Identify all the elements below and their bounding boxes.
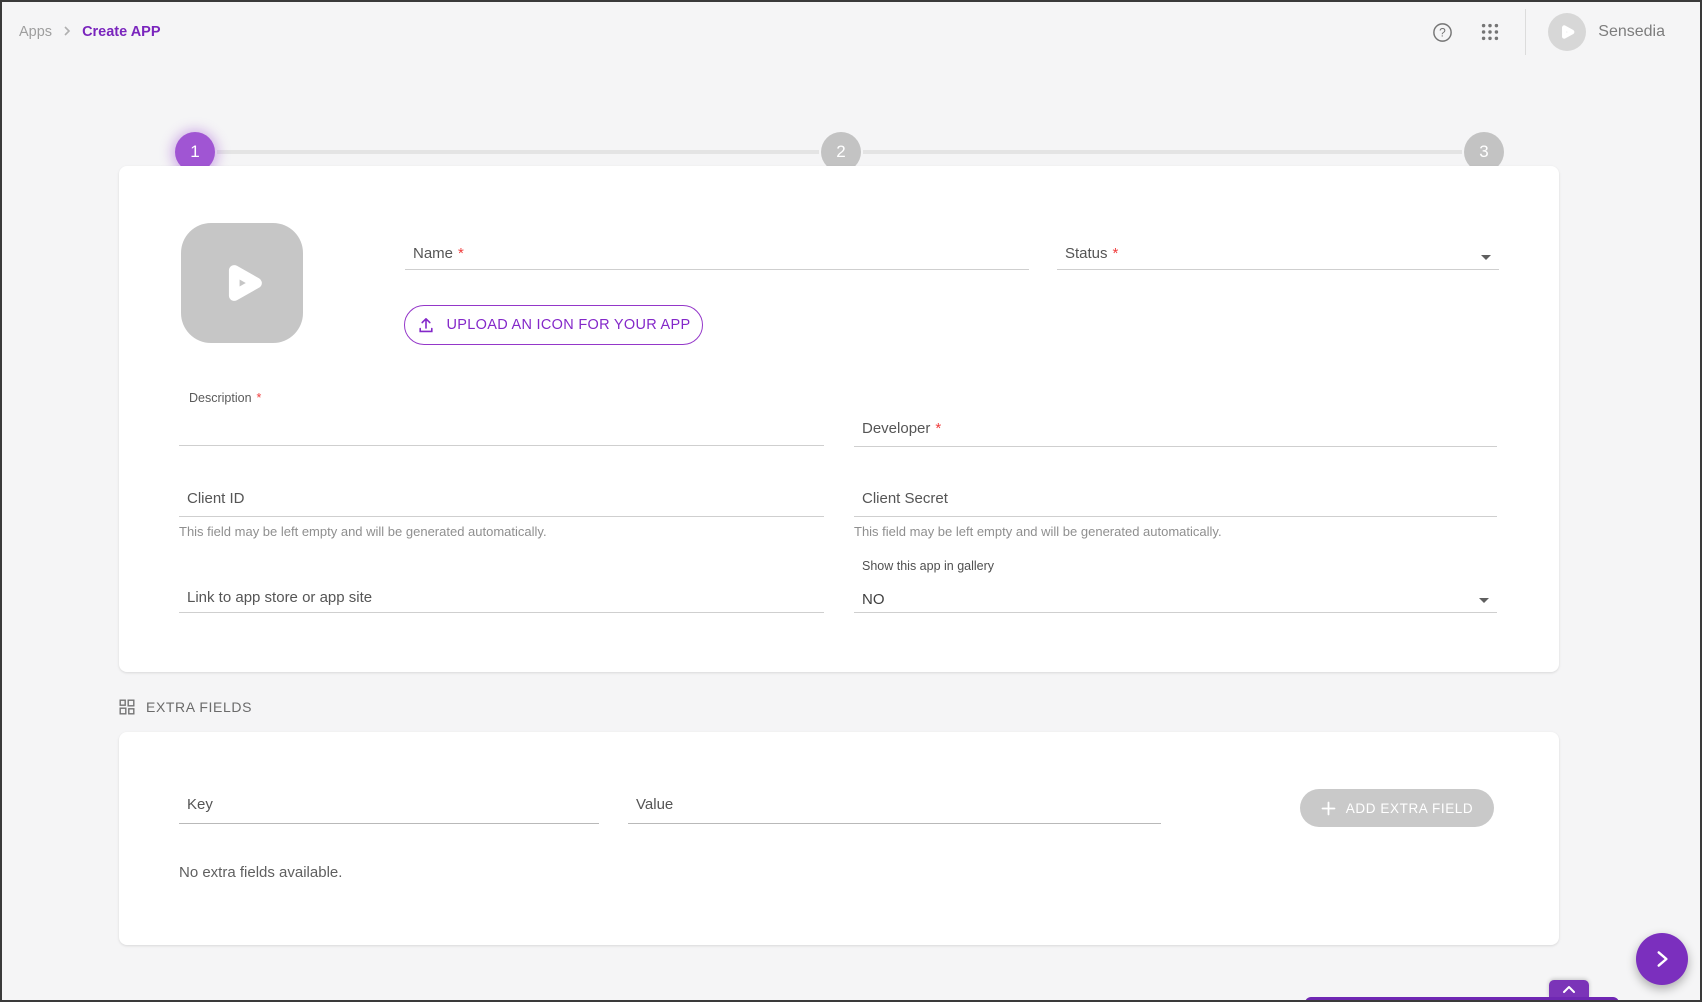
grid-squares-icon xyxy=(119,699,135,715)
bottom-panel-bar[interactable] xyxy=(1305,997,1619,1002)
plus-icon xyxy=(1321,801,1336,816)
upload-button-label: UPLOAD AN ICON FOR YOUR APP xyxy=(447,317,691,333)
extra-field-value: Value xyxy=(628,796,1161,824)
help-button[interactable]: ? xyxy=(1429,19,1455,45)
step-number: 1 xyxy=(190,142,199,162)
client-secret-field: Client Secret xyxy=(854,490,1497,517)
chevron-down-icon xyxy=(1479,598,1489,603)
next-step-button[interactable] xyxy=(1636,933,1688,985)
gallery-selected-value: NO xyxy=(854,591,885,608)
key-input[interactable] xyxy=(179,799,599,823)
status-select[interactable]: Status* xyxy=(1057,245,1499,270)
app-store-link-input[interactable] xyxy=(179,588,824,612)
empty-extra-fields-message: No extra fields available. xyxy=(179,864,342,881)
grid-dots-icon xyxy=(1479,21,1501,43)
topbar-right: ? Sensedia xyxy=(1429,2,1700,62)
breadcrumb: Apps Create APP xyxy=(19,2,161,62)
chevron-right-icon xyxy=(1651,948,1673,970)
expand-bottom-panel-tab[interactable] xyxy=(1549,980,1589,998)
upload-icon xyxy=(417,316,435,334)
extra-fields-card: Key Value ADD EXTRA FIELD No extra field… xyxy=(119,732,1559,945)
developer-field: Developer* xyxy=(854,420,1497,447)
wizard-stepper: 1 BASIC INFO 2 APIS AND PLANS 3 OVERVIEW xyxy=(2,62,1700,152)
value-input[interactable] xyxy=(628,799,1161,823)
add-button-label: ADD EXTRA FIELD xyxy=(1346,801,1474,816)
step-number: 2 xyxy=(836,142,845,162)
breadcrumb-apps-link[interactable]: Apps xyxy=(19,24,52,40)
description-field: Description* xyxy=(179,389,824,446)
client-secret-helper: This field may be left empty and will be… xyxy=(854,524,1222,539)
topbar-divider xyxy=(1525,9,1526,55)
client-id-field: Client ID xyxy=(179,490,824,517)
apps-menu-button[interactable] xyxy=(1477,19,1503,45)
gallery-select[interactable]: NO xyxy=(854,585,1497,613)
create-app-page: Apps Create APP ? xyxy=(0,0,1702,1002)
breadcrumb-chevron-icon xyxy=(62,23,72,41)
client-id-helper: This field may be left empty and will be… xyxy=(179,524,547,539)
add-extra-field-button[interactable]: ADD EXTRA FIELD xyxy=(1300,789,1494,827)
chevron-down-icon xyxy=(1481,255,1491,260)
name-field: Name* xyxy=(405,245,1029,270)
app-store-link-field: Link to app store or app site xyxy=(179,589,824,613)
client-secret-input[interactable] xyxy=(854,492,1497,516)
help-icon: ? xyxy=(1431,21,1454,44)
description-label: Description* xyxy=(179,391,261,405)
developer-input[interactable] xyxy=(854,422,1497,446)
topbar: Apps Create APP ? xyxy=(2,2,1700,62)
page-title: Create APP xyxy=(82,24,160,40)
app-icon-placeholder xyxy=(181,223,303,343)
extra-field-key: Key xyxy=(179,796,599,824)
step-number: 3 xyxy=(1479,142,1488,162)
play-mark-icon xyxy=(211,252,273,314)
description-input[interactable] xyxy=(179,421,824,445)
client-id-input[interactable] xyxy=(179,492,824,516)
extra-fields-header: EXTRA FIELDS xyxy=(119,696,252,718)
name-input[interactable] xyxy=(405,245,1029,269)
basic-info-card: Name* Status* UPLOAD AN ICON FOR YOUR AP… xyxy=(119,166,1559,672)
chevron-up-icon xyxy=(1562,985,1576,994)
brand: Sensedia xyxy=(1548,13,1665,51)
extra-fields-title: EXTRA FIELDS xyxy=(146,699,252,715)
status-label: Status* xyxy=(1057,245,1118,262)
stepper-connector xyxy=(863,150,1462,154)
upload-icon-button[interactable]: UPLOAD AN ICON FOR YOUR APP xyxy=(404,305,703,345)
gallery-label: Show this app in gallery xyxy=(862,559,994,573)
svg-text:?: ? xyxy=(1439,25,1446,39)
stepper-connector xyxy=(217,150,819,154)
sensedia-logo-icon xyxy=(1548,13,1586,51)
brand-name: Sensedia xyxy=(1598,23,1665,41)
